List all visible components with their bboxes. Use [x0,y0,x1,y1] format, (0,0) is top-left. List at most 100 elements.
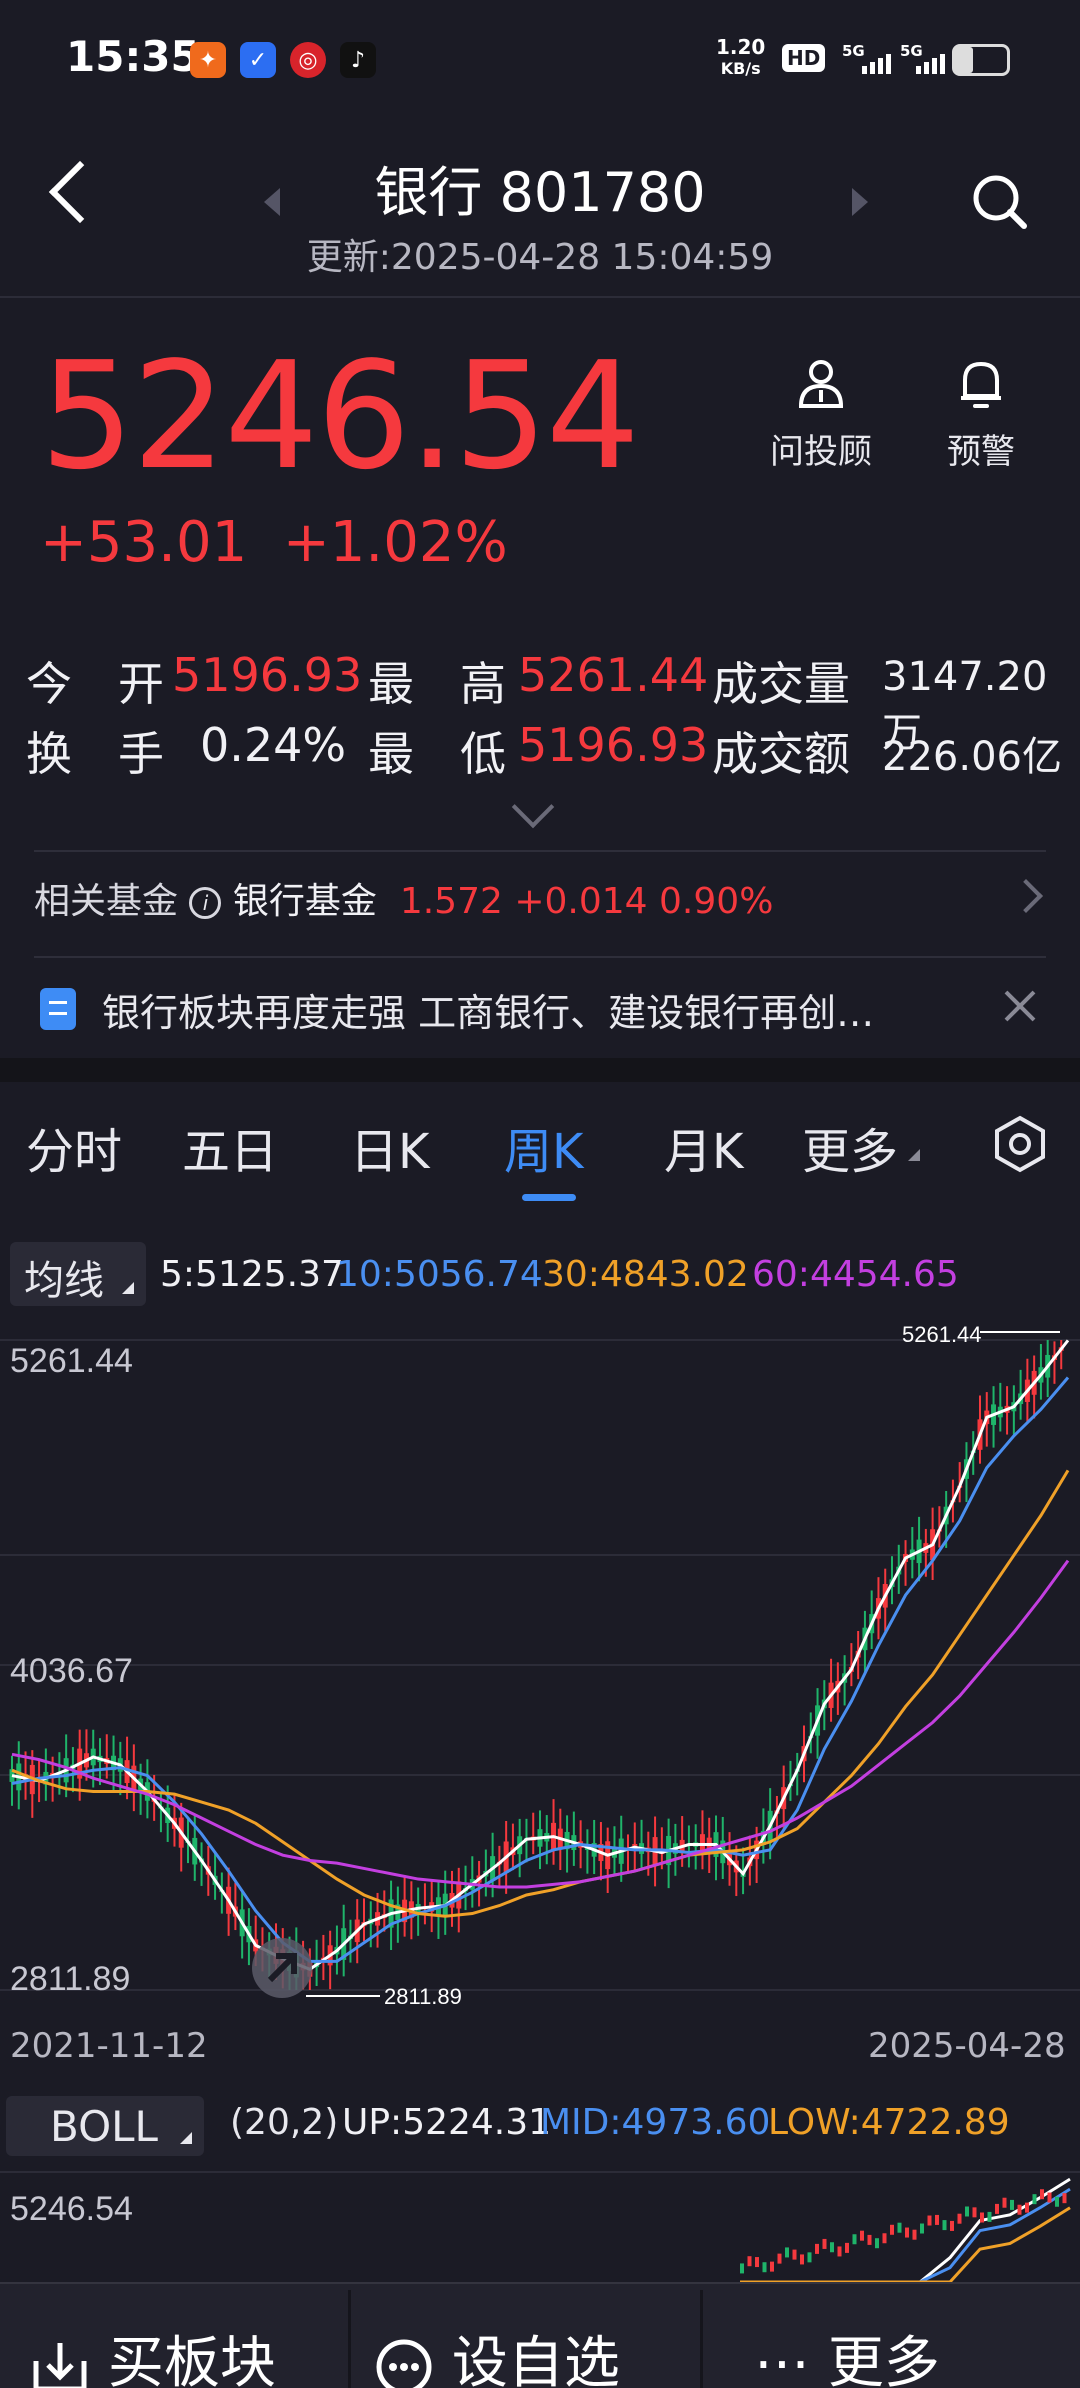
boll-candle [815,2243,819,2254]
tab-monthly-k[interactable]: 月K [664,1112,743,1182]
ma-selector-button[interactable]: 均线 [10,1242,146,1306]
boll-candle [755,2257,759,2268]
active-tab-indicator [522,1194,576,1201]
chat-dots-icon [376,2339,432,2388]
boll-candle [1062,2193,1067,2204]
search-icon[interactable] [970,172,1028,230]
boll-y-label: 5246.54 [10,2190,133,2228]
ma5-value: 5:5125.37 [160,1254,344,1295]
tab-five-day[interactable]: 五日 [182,1112,278,1182]
boll-candle [942,2220,947,2231]
fund-name: 银行基金 [232,881,377,922]
fund-pct: 0.90% [659,881,774,922]
x-start-label: 2021-11-12 [10,2026,208,2066]
ma-lines [11,1339,1070,1971]
low-label: 最 低 [368,727,506,781]
buy-sector-button[interactable]: 买板块 [30,2318,276,2388]
section-gap [0,1058,1080,1082]
more-label: 更多 [827,2331,940,2388]
tab-intraday[interactable]: 分时 [26,1112,122,1182]
next-stock-icon[interactable] [852,188,868,216]
boll-candle [882,2233,887,2244]
alert-button[interactable]: 预警 [916,356,1046,473]
change-value: +53.01 [40,510,248,575]
open-value: 5196.93 [172,648,363,702]
boll-up: UP:5224.31 [342,2102,552,2143]
boll-candle [935,2214,939,2225]
indicator-selector-button[interactable]: BOLL [6,2096,204,2156]
boll-candle [1025,2202,1029,2213]
boll-button-label: BOLL [50,2102,158,2151]
dropdown-triangle-icon [908,1149,921,1161]
boll-candle [1055,2196,1059,2207]
weekly-k-chart[interactable]: 5261.44 4036.67 2811.89 5261.44 2811.89 [0,1320,1080,2010]
boll-candle [800,2254,804,2265]
close-icon[interactable] [1002,988,1038,1024]
high-marker-label: 5261.44 [902,1322,982,1347]
boll-candle [897,2222,902,2233]
alert-label: 预警 [947,432,1015,472]
turnover-value: 0.24% [200,718,347,772]
tab-weekly-k[interactable]: 周K [504,1112,583,1182]
update-time: 更新:2025-04-28 15:04:59 [306,237,774,278]
chevron-right-icon[interactable] [1009,879,1043,913]
boll-candle [875,2238,879,2249]
boll-candle [785,2247,789,2258]
boll-candle [1032,2194,1037,2205]
boll-candle [822,2238,827,2249]
buy-sector-label: 买板块 [107,2331,276,2388]
boll-chart[interactable]: 5246.54 [0,2170,1080,2282]
shield-app-icon: ✓ [240,42,276,78]
divider [34,850,1046,852]
divider [348,2290,351,2388]
advisor-button[interactable]: 问投顾 [756,356,886,473]
bell-icon [961,361,1001,408]
boll-candle [852,2234,857,2245]
boll-candle [905,2227,909,2238]
boll-candle [890,2224,894,2235]
price-change: +53.01 +1.02% [40,510,508,575]
battery-icon [952,44,1010,76]
boll-candle [1002,2197,1007,2208]
y-tick-label: 5261.44 [10,1342,133,1380]
divider [34,956,1046,958]
news-headline[interactable]: 银行板块再度走强 工商银行、建设银行再创… [102,982,874,1037]
more-button[interactable]: ⋯ 更多 [754,2318,940,2388]
fund-change: +0.014 [514,881,648,922]
boll-candle [777,2253,782,2264]
boll-candle [987,2211,992,2222]
tab-more[interactable]: 更多 [802,1112,921,1182]
expand-chevron-icon[interactable] [511,785,555,829]
high-label: 最 高 [368,657,506,711]
boll-candle [770,2261,774,2272]
y-tick-label: 2811.89 [10,1960,130,1998]
signal-bars-icon [916,54,945,74]
page-title: 银行 801780 [374,161,706,224]
divider [700,2290,703,2388]
ellipsis-icon: ⋯ [754,2331,810,2388]
boll-candle [965,2206,969,2217]
boll-candle [747,2256,752,2267]
boll-candle [972,2207,977,2218]
open-label: 今 开 [26,657,164,711]
info-icon[interactable]: i [189,887,222,919]
amount-value: 226.06亿 [882,734,1062,780]
turnover-label: 换 手 [26,727,164,781]
tab-more-label: 更多 [802,1124,899,1180]
boll-candle [762,2262,767,2273]
hd-badge: HD [782,44,826,72]
boll-candle [1010,2199,1014,2210]
ma-line-10 [11,1376,1070,1963]
related-fund-row[interactable]: 相关基金 i 银行基金 1.572 +0.014 0.90% [34,872,773,924]
low-marker-label: 2811.89 [384,1984,462,2009]
ma60-value: 60:4454.65 [752,1254,959,1295]
boll-low: LOW:4722.89 [768,2102,1010,2143]
boll-candle [1047,2192,1052,2203]
current-price: 5246.54 [40,330,640,502]
settings-hexagon-icon[interactable] [990,1114,1050,1174]
tab-daily-k[interactable]: 日K [350,1112,429,1182]
add-watchlist-button[interactable]: 设自选 [374,2318,620,2388]
volume-label: 成交量 [712,657,850,711]
boll-candle [957,2213,962,2224]
status-time: 15:35 [66,32,200,81]
